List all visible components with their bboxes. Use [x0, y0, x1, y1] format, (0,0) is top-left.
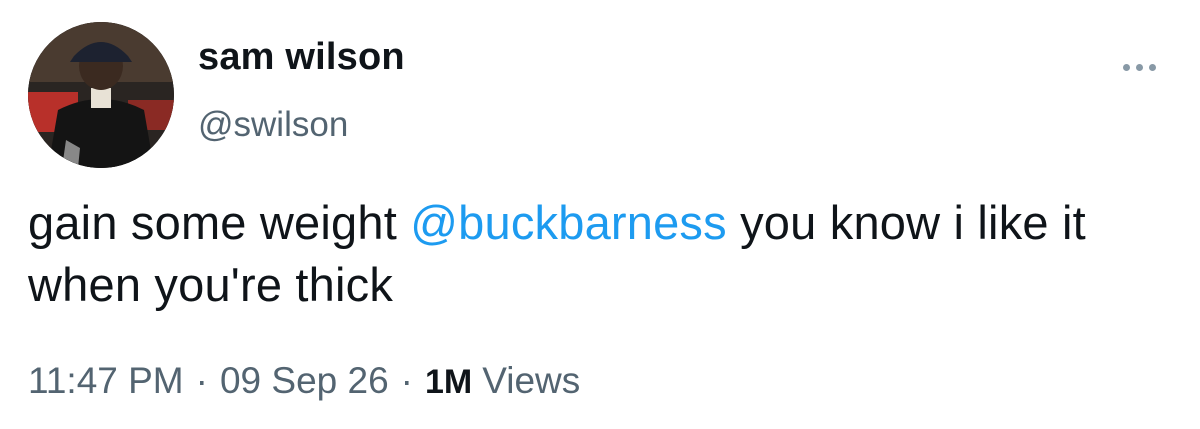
meta-separator: · [195, 360, 208, 401]
avatar-image [28, 22, 174, 168]
tweet-date[interactable]: 09 Sep 26 [220, 360, 389, 402]
tweet-time[interactable]: 11:47 PM [28, 360, 184, 402]
mention-link[interactable]: @buckbarness [410, 196, 727, 249]
more-options-button[interactable] [1112, 52, 1166, 82]
tweet-text-before-mention: gain some weight [28, 196, 411, 249]
more-horizontal-icon-dot [1135, 63, 1143, 71]
more-horizontal-icon-dot [1122, 63, 1130, 71]
views-count: 1M [425, 363, 473, 401]
author-handle[interactable]: @swilson [198, 105, 348, 145]
tweet-card: sam wilson @swilson gain some weight @bu… [0, 0, 1200, 429]
more-horizontal-icon-dot [1148, 63, 1156, 71]
tweet-text: gain some weight @buckbarness you know i… [28, 192, 1178, 316]
views-label[interactable]: Views [482, 360, 580, 402]
avatar[interactable] [28, 22, 174, 168]
author-display-name[interactable]: sam wilson [198, 36, 405, 79]
tweet-meta: 11:47 PM · 09 Sep 26 · 1M Views [28, 360, 580, 402]
meta-separator: · [400, 360, 413, 401]
